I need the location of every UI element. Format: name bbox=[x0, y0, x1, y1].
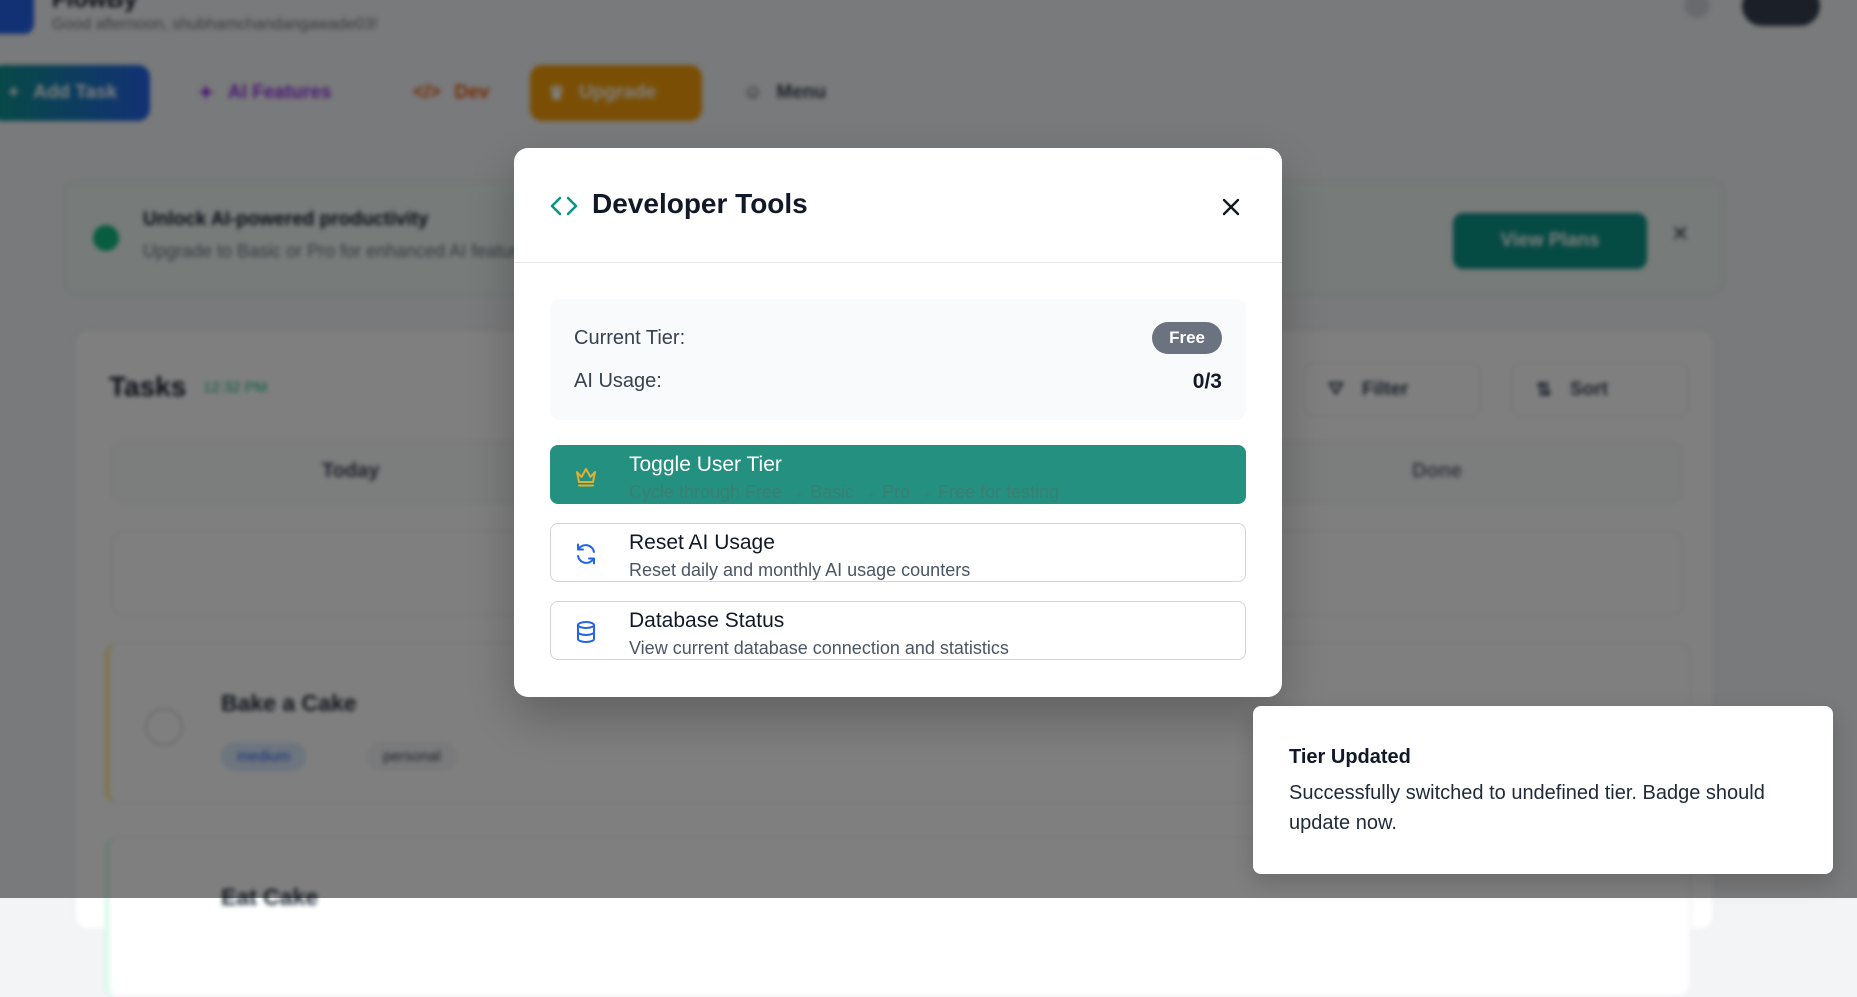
tier-badge: Free bbox=[1152, 322, 1222, 354]
toast-notification[interactable]: Tier Updated Successfully switched to un… bbox=[1253, 706, 1833, 874]
modal-title: Developer Tools bbox=[592, 188, 808, 219]
database-status-button[interactable]: Database Status View current database co… bbox=[550, 601, 1246, 660]
action-description: Reset daily and monthly AI usage counter… bbox=[629, 560, 971, 580]
action-description: View current database connection and sta… bbox=[629, 638, 1009, 658]
reset-ai-usage-button[interactable]: Reset AI Usage Reset daily and monthly A… bbox=[550, 523, 1246, 582]
close-icon bbox=[1222, 198, 1240, 216]
code-icon bbox=[550, 196, 578, 216]
modal-header: Developer Tools bbox=[514, 148, 1282, 263]
action-title: Reset AI Usage bbox=[629, 531, 775, 554]
close-button[interactable] bbox=[1214, 190, 1248, 224]
refresh-icon bbox=[577, 543, 595, 565]
tier-info-box: Current Tier: Free AI Usage: 0/3 bbox=[550, 299, 1246, 420]
current-tier-label: Current Tier: bbox=[574, 327, 686, 349]
ai-usage-label: AI Usage: bbox=[574, 370, 662, 392]
action-title: Database Status bbox=[629, 609, 785, 632]
toast-message: Successfully switched to undefined tier.… bbox=[1289, 782, 1765, 834]
database-icon bbox=[577, 621, 595, 643]
ai-usage-value: 0/3 bbox=[1192, 370, 1222, 393]
developer-tools-modal: Developer Tools Current Tier: Free AI Us… bbox=[514, 148, 1282, 697]
crown-icon bbox=[576, 468, 596, 487]
toast-title: Tier Updated bbox=[1289, 746, 1411, 768]
toggle-user-tier-button[interactable]: Toggle User Tier Cycle through Free → Ba… bbox=[550, 445, 1246, 504]
action-description: Cycle through Free → Basic → Pro → Free … bbox=[629, 482, 1060, 502]
action-title: Toggle User Tier bbox=[629, 453, 782, 476]
